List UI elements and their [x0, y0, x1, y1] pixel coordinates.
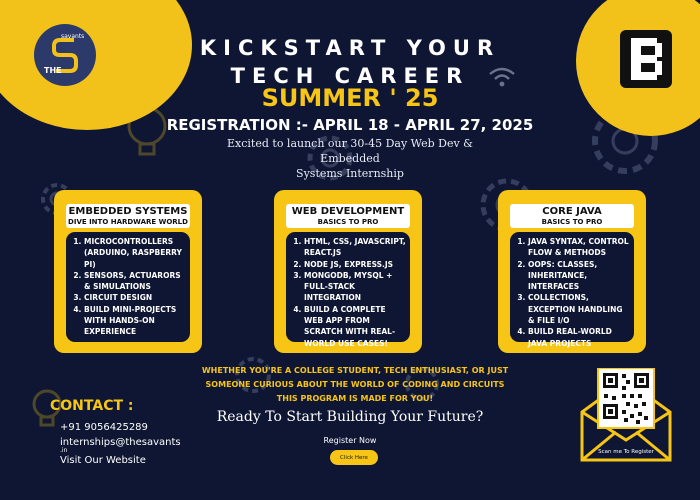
headline-line-1: KICKSTART YOUR [199, 36, 501, 60]
course-topic: JAVA SYNTAX, CONTROL FLOW & METHODS [528, 236, 630, 259]
course-card-header: EMBEDDED SYSTEMS DIVE INTO HARDWARE WORL… [66, 204, 190, 228]
registration-dates: REGISTRATION :- APRIL 18 - APRIL 27, 202… [166, 116, 534, 134]
course-title: CORE JAVA [542, 206, 602, 217]
audience-tagline: WHETHER YOU'RE A COLLEGE STUDENT, TECH E… [195, 364, 515, 406]
course-title: WEB DEVELOPMENT [291, 206, 405, 217]
course-topic: BUILD A COMPLETE WEB APP FROM SCRATCH WI… [304, 304, 406, 349]
course-topic: HTML, CSS, JAVASCRIPT, REACT.JS [304, 236, 406, 259]
course-card-web: WEB DEVELOPMENT BASICS TO PRO HTML, CSS,… [274, 190, 422, 353]
course-card-embedded: EMBEDDED SYSTEMS DIVE INTO HARDWARE WORL… [54, 190, 202, 353]
program-description-line-1: Excited to launch our 30-45 Day Web Dev … [227, 137, 473, 165]
register-now-label: Register Now [323, 436, 377, 445]
course-topic: BUILD REAL-WORLD JAVA PROJECTS [528, 326, 630, 349]
poster: savants THE KICKSTART YOUR TECH CAREER S… [0, 0, 700, 500]
program-description: Excited to launch our 30-45 Day Web Dev … [200, 136, 500, 181]
qr-code-icon: Scan me To Register [580, 367, 672, 462]
audience-tagline-line-3: THIS PROGRAM IS MADE FOR YOU! [276, 394, 434, 403]
course-topic: MICROCONTROLLERS (ARDUINO, RASPBERRY PI) [84, 236, 186, 270]
logo-savants-text: savants [61, 33, 85, 40]
course-topic: MONGODB, MYSQL + FULL-STACK INTEGRATION [304, 270, 406, 304]
contact-email-suffix: .in [60, 447, 68, 454]
course-topic: CIRCUIT DESIGN [84, 292, 186, 303]
course-subtitle: BASICS TO PRO [541, 218, 603, 226]
course-topic: NODE JS, EXPRESS.JS [304, 259, 406, 270]
course-topics: HTML, CSS, JAVASCRIPT, REACT.JS NODE JS,… [286, 232, 410, 348]
contact-title: CONTACT : [50, 398, 134, 414]
course-title: EMBEDDED SYSTEMS [68, 206, 188, 217]
season-title: SUMMER ' 25 [261, 84, 439, 112]
course-card-java: CORE JAVA BASICS TO PRO JAVA SYNTAX, CON… [498, 190, 646, 353]
b-logo-icon [620, 30, 672, 88]
course-subtitle: DIVE INTO HARDWARE WORLD [68, 218, 188, 226]
course-card-header: CORE JAVA BASICS TO PRO [510, 204, 634, 228]
cta-heading: Ready To Start Building Your Future? [216, 409, 484, 425]
course-topic: BUILD MINI-PROJECTS WITH HANDS-ON EXPERI… [84, 304, 186, 338]
contact-email[interactable]: internships@thesavants [60, 437, 181, 448]
program-description-line-2: Systems Internship [296, 167, 404, 180]
course-topic: SENSORS, ACTUARORS & SIMULATIONS [84, 270, 186, 293]
course-topics: MICROCONTROLLERS (ARDUINO, RASPBERRY PI)… [66, 232, 190, 342]
contact-phone[interactable]: +91 9056425289 [60, 422, 148, 433]
logo-the-text: THE [44, 66, 62, 75]
qr-register-panel[interactable]: Scan me To Register [576, 367, 676, 464]
the-savants-logo: savants THE [34, 24, 96, 86]
click-here-button[interactable]: Click Here [330, 450, 378, 465]
course-topic: OOPS: CLASSES, INHERITANCE, INTERFACES [528, 259, 630, 293]
course-topics: JAVA SYNTAX, CONTROL FLOW & METHODS OOPS… [510, 232, 634, 348]
audience-tagline-line-2: SOMEONE CURIOUS ABOUT THE WORLD OF CODIN… [205, 380, 505, 389]
website-link[interactable]: Visit Our Website [60, 455, 146, 466]
course-subtitle: BASICS TO PRO [317, 218, 379, 226]
course-topic: COLLECTIONS, EXCEPTION HANDLING & FILE I… [528, 292, 630, 326]
qr-caption: Scan me To Register [598, 449, 655, 455]
course-card-header: WEB DEVELOPMENT BASICS TO PRO [286, 204, 410, 228]
audience-tagline-line-1: WHETHER YOU'RE A COLLEGE STUDENT, TECH E… [201, 366, 509, 375]
